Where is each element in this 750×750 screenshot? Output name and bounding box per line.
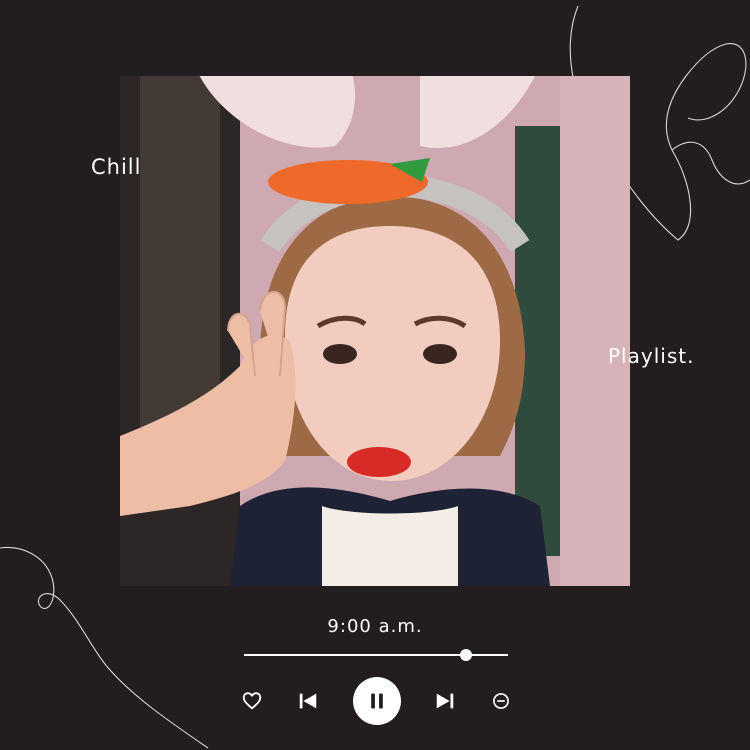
skip-previous-icon — [299, 693, 317, 709]
progress-bar[interactable] — [244, 649, 508, 661]
heart-icon — [242, 692, 262, 710]
chill-label: Chill — [91, 155, 142, 179]
cover-illustration — [120, 76, 630, 586]
music-player-card: Chill Playlist. 9:00 a.m. — [0, 0, 750, 750]
playlist-label: Playlist. — [608, 344, 695, 368]
track-time: 9:00 a.m. — [327, 616, 423, 637]
album-cover-photo — [120, 76, 630, 586]
minus-circle-icon — [493, 693, 509, 709]
previous-button[interactable] — [296, 689, 320, 713]
pause-button[interactable] — [353, 677, 401, 725]
next-button[interactable] — [433, 689, 457, 713]
progress-handle[interactable] — [459, 649, 472, 661]
like-button[interactable] — [240, 689, 264, 713]
skip-next-icon — [436, 693, 454, 709]
remove-button[interactable] — [489, 689, 513, 713]
progress-fill — [244, 654, 466, 656]
pause-icon — [371, 693, 383, 709]
